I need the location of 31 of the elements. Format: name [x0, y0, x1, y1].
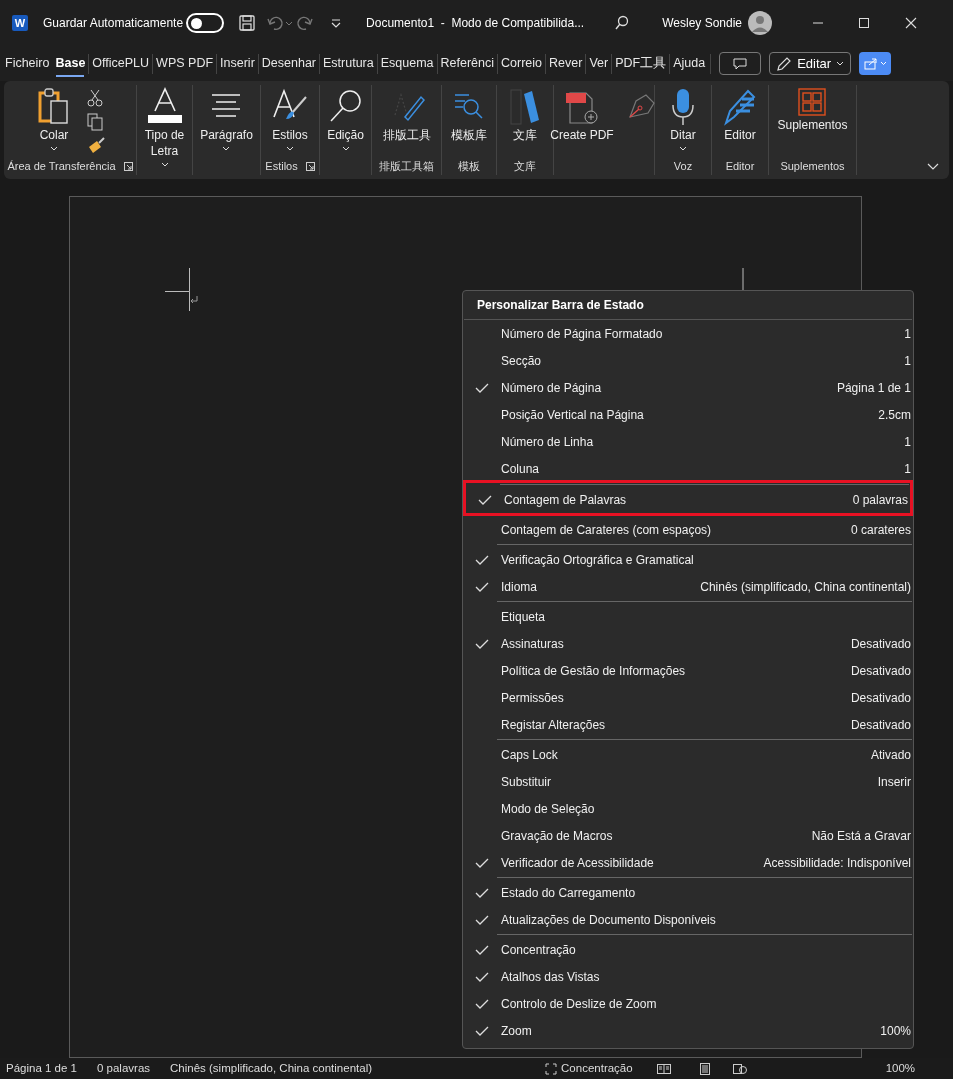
group-label: Voz [673, 158, 693, 174]
group-label: 排版工具箱 [379, 158, 434, 174]
status-value: Acessibilidade: Indisponível [763, 854, 911, 872]
user-name: Wesley Sondie [662, 15, 742, 32]
menu-title: Personalizar Barra de Estado [476, 297, 645, 314]
status-value: 1 [904, 433, 911, 451]
document-title: Documento1 - Modo de Compatibilida... [366, 15, 585, 32]
status-value: 1 [904, 352, 911, 370]
group-label: Estilos [265, 158, 298, 174]
status-value: 0 carateres [850, 521, 911, 539]
status-value: 1 [904, 460, 911, 478]
group-label: Editor [725, 158, 755, 174]
status-value: 2.5cm [878, 406, 911, 424]
status-value: Não Está a Gravar [811, 827, 911, 845]
status-value: Inserir [877, 773, 911, 791]
group-label: Suplementos [780, 158, 845, 174]
status-value: Página 1 de 1 [836, 379, 911, 397]
status-value: 100% [880, 1022, 911, 1040]
status-value: 1 [904, 325, 911, 343]
group-label: Área de Transferência [7, 158, 116, 174]
status-value: Desativado [850, 716, 911, 734]
status-value: Desativado [850, 662, 911, 680]
status-value: Desativado [850, 689, 911, 707]
group-label: 文库 [514, 158, 536, 174]
status-value: Chinês (simplificado, China continental) [700, 578, 911, 596]
word-logo-icon: W [12, 15, 28, 31]
status-value: Desativado [850, 635, 911, 653]
autosave-label: Guardar Automaticamente [43, 15, 184, 32]
status-value: Ativado [870, 746, 911, 764]
group-label: 模板 [458, 158, 480, 174]
status-value: 0 palavras [852, 491, 908, 509]
